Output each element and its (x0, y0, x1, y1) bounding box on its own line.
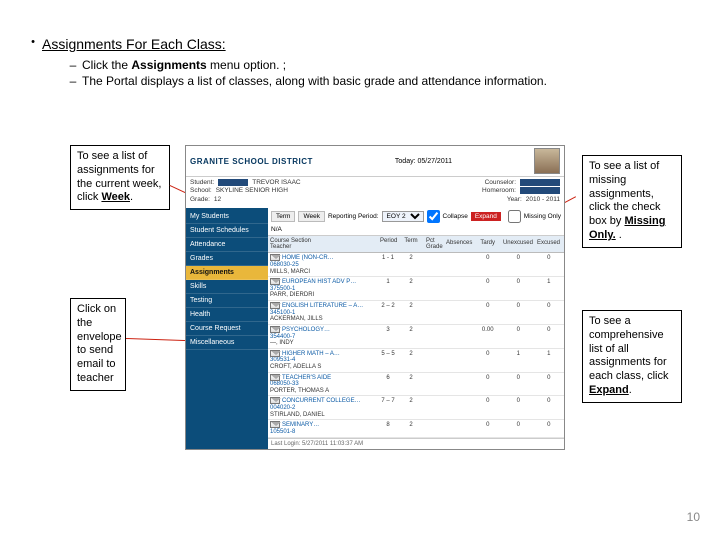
portal-screenshot: GRANITE SCHOOL DISTRICT Today: 05/27/201… (185, 145, 565, 450)
tab-term[interactable]: Term (271, 211, 295, 222)
sidebar-item-skills[interactable]: Skills (186, 280, 268, 294)
callout-envelope: Click on the envelope to send email to t… (70, 298, 126, 391)
envelope-icon[interactable] (270, 254, 280, 261)
portal-student-info: Student: TREVOR ISAAC Counselor: School:… (186, 177, 564, 208)
portal-header: GRANITE SCHOOL DISTRICT Today: 05/27/201… (186, 146, 564, 177)
table-header: Course SectionTeacher Period Term Pct Gr… (268, 236, 564, 253)
table-row: ENGLISH LITERATURE – A…345100-1ACKERMAN,… (268, 301, 564, 325)
slide-heading: Assignments For Each Class: (42, 36, 226, 52)
sub-bullet: – (64, 58, 82, 72)
portal-brand: GRANITE SCHOOL DISTRICT (190, 157, 313, 166)
envelope-icon[interactable] (270, 326, 280, 333)
portal-toolbar: Term Week Reporting Period: EOY 2 Collap… (268, 208, 564, 236)
envelope-icon[interactable] (270, 421, 280, 428)
table-row: CONCURRENT COLLEGE…004020-2STIRLAND, DAN… (268, 396, 564, 420)
na-label: N/A (271, 226, 282, 233)
callout-week: To see a list of assignments for the cur… (70, 145, 170, 210)
missing-only-check[interactable] (508, 210, 521, 223)
student-photo (534, 148, 560, 174)
sidebar-item-health[interactable]: Health (186, 308, 268, 322)
sidebar-item-assignments[interactable]: Assignments (186, 266, 268, 280)
callout-missing-only: To see a list of missing assignments, cl… (582, 155, 682, 248)
sidebar-item-grades[interactable]: Grades (186, 252, 268, 266)
sidebar-item-my-students[interactable]: My Students (186, 210, 268, 224)
table-row: HIGHER MATH – A…309531-4CROFT, ADELLA S5… (268, 349, 564, 373)
table-body: HOME (NON-CR…068030-25MILLS, MARCI1 - 12… (268, 253, 564, 438)
missing-only-label: Missing Only (524, 213, 561, 220)
reporting-period-label: Reporting Period: (328, 213, 379, 220)
bullet-marker: • (24, 36, 42, 52)
expand-button[interactable]: Expand (471, 212, 501, 221)
table-row: HOME (NON-CR…068030-25MILLS, MARCI1 - 12… (268, 253, 564, 277)
sidebar-item-course-request[interactable]: Course Request (186, 322, 268, 336)
collapse-label: Collapse (443, 213, 468, 220)
collapse-check[interactable] (427, 210, 440, 223)
tab-week[interactable]: Week (298, 211, 325, 222)
sidebar-item-schedules[interactable]: Student Schedules (186, 224, 268, 238)
portal-sidebar: My Students Student Schedules Attendance… (186, 208, 268, 449)
reporting-period-select[interactable]: EOY 2 (382, 211, 424, 222)
sub-line-2: The Portal displays a list of classes, a… (82, 74, 547, 88)
callout-expand: To see a comprehensive list of all assig… (582, 310, 682, 403)
last-login: Last Login: 5/27/2011 11:03:37 AM (268, 438, 564, 449)
portal-main: Term Week Reporting Period: EOY 2 Collap… (268, 208, 564, 449)
page-number: 10 (687, 510, 700, 524)
envelope-icon[interactable] (270, 374, 280, 381)
envelope-icon[interactable] (270, 278, 280, 285)
sidebar-item-testing[interactable]: Testing (186, 294, 268, 308)
table-row: TEACHER'S AIDE068050-33PORTER, THOMAS A6… (268, 373, 564, 397)
sidebar-item-attendance[interactable]: Attendance (186, 238, 268, 252)
envelope-icon[interactable] (270, 302, 280, 309)
envelope-icon[interactable] (270, 350, 280, 357)
sidebar-item-misc[interactable]: Miscellaneous (186, 336, 268, 350)
table-row: SEMINARY…105501-882000 (268, 420, 564, 438)
table-row: EUROPEAN HIST ADV P…375500-1PARR, DIERDR… (268, 277, 564, 301)
envelope-icon[interactable] (270, 397, 280, 404)
sub-bullet: – (64, 74, 82, 88)
portal-date: Today: 05/27/2011 (395, 158, 452, 165)
sub-line-1: Click the Assignments menu option. ; (82, 58, 286, 72)
table-row: PSYCHOLOGY…354400-7—, INDY320.0000 (268, 325, 564, 349)
